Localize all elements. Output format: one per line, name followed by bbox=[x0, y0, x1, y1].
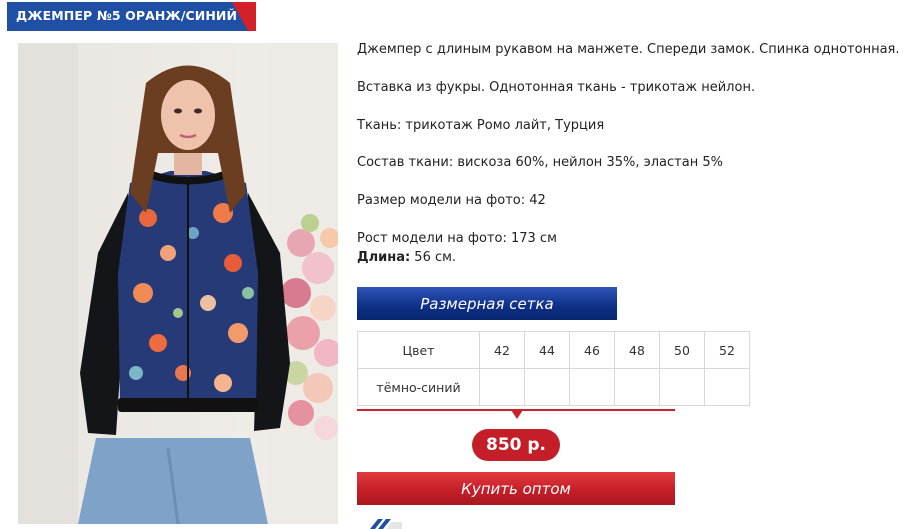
quantity-cell[interactable] bbox=[614, 368, 660, 406]
table-header-cell: 48 bbox=[614, 331, 660, 369]
length-line: Длина: 56 см. bbox=[357, 250, 456, 265]
table-header-row: Цвет 42 44 46 48 50 52 bbox=[357, 331, 750, 369]
size-table: Цвет 42 44 46 48 50 52 тёмно-синий bbox=[357, 331, 750, 406]
page-title: ДЖЕМПЕР №5 ОРАНЖ/СИНИЙ bbox=[16, 8, 238, 23]
table-header-cell: 44 bbox=[524, 331, 570, 369]
price-badge: 850 р. bbox=[472, 429, 560, 461]
product-photo bbox=[18, 43, 338, 524]
quantity-cell[interactable] bbox=[569, 368, 615, 406]
model-size-line: Размер модели на фото: 42 bbox=[357, 193, 546, 208]
table-header-cell: 52 bbox=[704, 331, 750, 369]
composition-line: Состав ткани: вискоза 60%, нейлон 35%, э… bbox=[357, 155, 723, 170]
logo-stripes-icon bbox=[370, 519, 402, 529]
quantity-cell[interactable] bbox=[704, 368, 750, 406]
quantity-cell[interactable] bbox=[524, 368, 570, 406]
length-value: 56 см. bbox=[410, 250, 457, 265]
description-line: Джемпер с длиным рукавом на манжете. Спе… bbox=[357, 42, 900, 57]
table-header-cell: 50 bbox=[659, 331, 705, 369]
color-cell: тёмно-синий bbox=[357, 368, 480, 406]
model-height-line: Рост модели на фото: 173 см bbox=[357, 231, 557, 246]
table-header-cell: Цвет bbox=[357, 331, 480, 369]
fabric-line: Ткань: трикотаж Ромо лайт, Турция bbox=[357, 118, 605, 133]
table-row: тёмно-синий bbox=[357, 368, 750, 406]
table-header-cell: 46 bbox=[569, 331, 615, 369]
quantity-cell[interactable] bbox=[659, 368, 705, 406]
quantity-cell[interactable] bbox=[479, 368, 525, 406]
price-pointer bbox=[511, 410, 523, 419]
table-header-cell: 42 bbox=[479, 331, 525, 369]
buy-wholesale-button[interactable]: Купить оптом bbox=[357, 472, 675, 505]
length-label: Длина: bbox=[357, 250, 411, 265]
size-chart-button[interactable]: Размерная сетка bbox=[357, 287, 617, 320]
description-line: Вставка из фукры. Однотонная ткань - три… bbox=[357, 80, 756, 95]
